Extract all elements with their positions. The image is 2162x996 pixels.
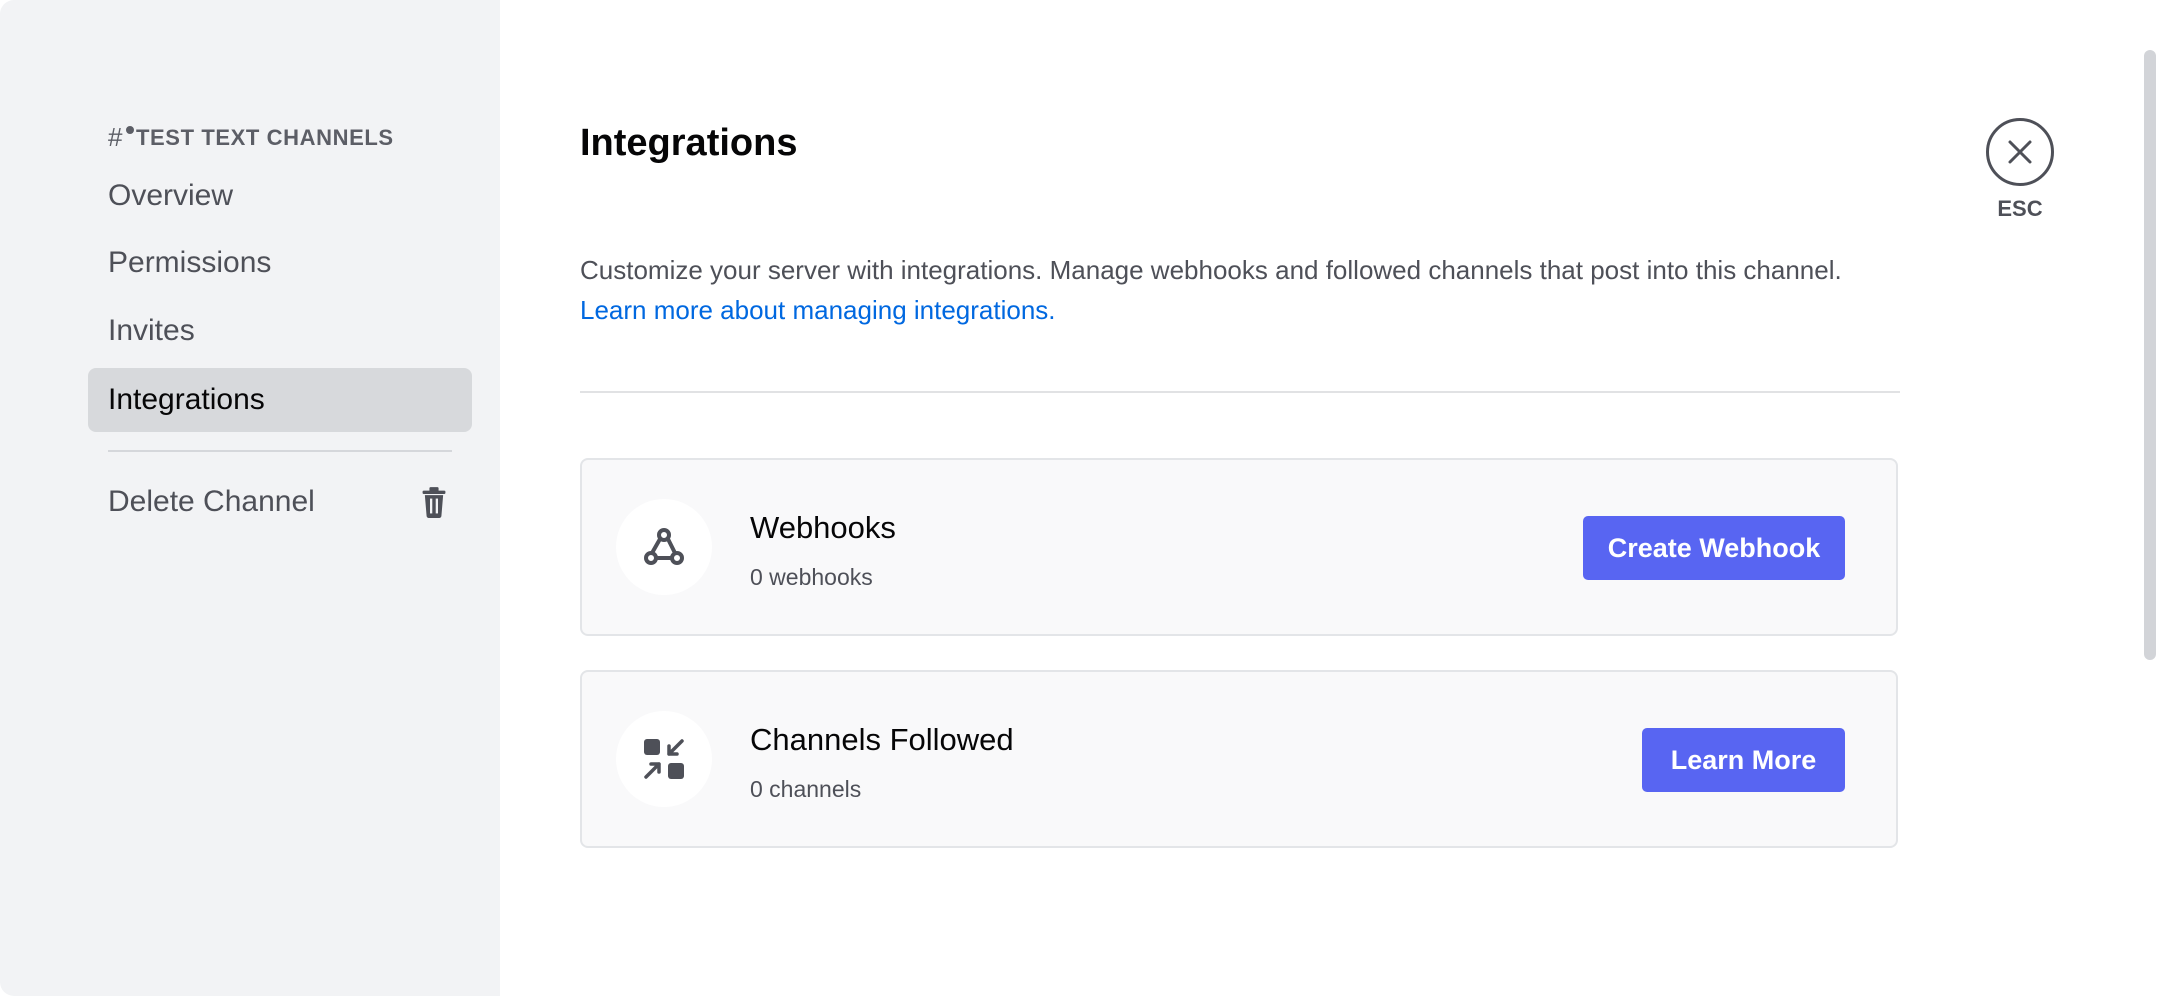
sidebar-item-invites[interactable]: Invites [88, 299, 472, 363]
page-title: Integrations [580, 122, 798, 164]
description-text: Customize your server with integrations.… [580, 255, 1842, 285]
settings-content: Integrations Customize your server with … [500, 0, 2162, 996]
sidebar-item-label: Invites [108, 314, 195, 347]
sidebar-item-label: Overview [108, 179, 234, 212]
text-channel-icon: # [108, 122, 134, 153]
webhooks-card: Webhooks 0 webhooks Create Webhook [580, 458, 1898, 636]
close-button[interactable] [1986, 118, 2054, 186]
card-title: Webhooks [750, 510, 896, 545]
channel-name: TEST TEXT CHANNELS [136, 124, 394, 150]
channel-follow-icon [644, 739, 684, 779]
sidebar-item-label: Permissions [108, 246, 272, 279]
close-settings[interactable]: ESC [1980, 118, 2060, 222]
create-webhook-button[interactable]: Create Webhook [1583, 516, 1845, 580]
channels-followed-card: Channels Followed 0 channels Learn More [580, 670, 1898, 848]
scrollbar[interactable] [2144, 0, 2158, 996]
trash-icon [422, 487, 446, 518]
sidebar-item-permissions[interactable]: Permissions [88, 231, 472, 295]
channel-follow-icon-container [616, 711, 712, 807]
card-subtitle: 0 webhooks [750, 564, 873, 590]
webhook-icon [644, 528, 684, 565]
app-window: # TEST TEXT CHANNELS Overview Permission… [0, 0, 2162, 996]
webhook-icon-container [616, 499, 712, 595]
card-title: Channels Followed [750, 722, 1014, 757]
close-icon [2008, 140, 2032, 164]
card-subtitle: 0 channels [750, 776, 862, 802]
section-divider [580, 391, 1900, 393]
learn-more-link[interactable]: Learn more about managing integrations. [580, 290, 1940, 330]
settings-sidebar: # TEST TEXT CHANNELS Overview Permission… [0, 0, 500, 996]
sidebar-item-overview[interactable]: Overview [88, 164, 472, 228]
sidebar-divider [108, 450, 452, 452]
delete-channel-label: Delete Channel [108, 485, 315, 518]
channel-header: # TEST TEXT CHANNELS [108, 122, 394, 153]
learn-more-button[interactable]: Learn More [1642, 728, 1845, 792]
delete-channel-button[interactable]: Delete Channel [88, 470, 472, 534]
page-description: Customize your server with integrations.… [580, 250, 1940, 330]
esc-label: ESC [1997, 196, 2043, 221]
sidebar-item-integrations[interactable]: Integrations [88, 368, 472, 432]
sidebar-item-label: Integrations [108, 383, 265, 416]
scroll-thumb[interactable] [2144, 50, 2156, 660]
